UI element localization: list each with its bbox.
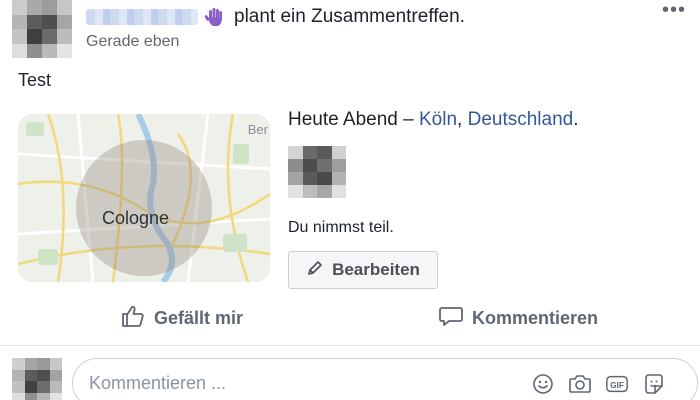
event-country-link[interactable]: Deutschland	[468, 109, 574, 130]
thumbs-up-icon	[120, 303, 146, 334]
speech-bubble-icon	[438, 303, 464, 334]
comment-label: Kommentieren	[472, 307, 599, 328]
map-corner-label: Ber	[247, 122, 268, 137]
comment-tools: GIF	[531, 372, 666, 396]
emoji-icon[interactable]	[531, 372, 555, 396]
post-header: plant ein Zusammentreffen.	[86, 4, 465, 30]
author-name-redacted[interactable]	[86, 9, 198, 25]
like-button[interactable]: Gefällt mir	[120, 302, 243, 334]
event-map[interactable]: Cologne Ber	[18, 114, 270, 282]
author-avatar[interactable]	[12, 0, 72, 58]
attendance-status: Du nimmst teil.	[288, 219, 394, 236]
event-comma: ,	[457, 109, 468, 130]
waving-hand-icon	[204, 6, 226, 28]
event-period: .	[573, 109, 579, 130]
sticker-icon[interactable]	[642, 372, 666, 396]
attendee-avatar[interactable]	[288, 146, 346, 198]
comment-button[interactable]: Kommentieren	[438, 302, 598, 334]
map-graphic	[18, 114, 270, 282]
edit-button-label: Bearbeiten	[332, 260, 420, 279]
map-city-label: Cologne	[102, 208, 170, 228]
gif-icon[interactable]: GIF	[605, 372, 629, 396]
camera-icon[interactable]	[568, 372, 592, 396]
event-city-link[interactable]: Köln	[419, 109, 457, 130]
event-time: Heute Abend	[288, 109, 398, 130]
comment-input[interactable]: Kommentieren ... GIF	[72, 358, 698, 400]
author-action-text: plant ein Zusammentreffen.	[234, 6, 465, 27]
edit-button[interactable]: Bearbeiten	[288, 251, 438, 289]
post-timestamp[interactable]: Gerade eben	[86, 33, 179, 51]
comment-divider	[0, 345, 700, 346]
svg-text:GIF: GIF	[610, 380, 624, 390]
post-text: Test	[18, 70, 52, 90]
comment-placeholder: Kommentieren ...	[89, 373, 227, 393]
more-options-icon[interactable]: •••	[662, 0, 686, 20]
like-label: Gefällt mir	[154, 307, 244, 328]
event-separator: –	[397, 109, 419, 130]
event-details: Heute Abend – Köln, Deutschland.	[288, 109, 579, 131]
commenter-avatar	[12, 358, 62, 400]
pencil-icon	[306, 259, 324, 282]
